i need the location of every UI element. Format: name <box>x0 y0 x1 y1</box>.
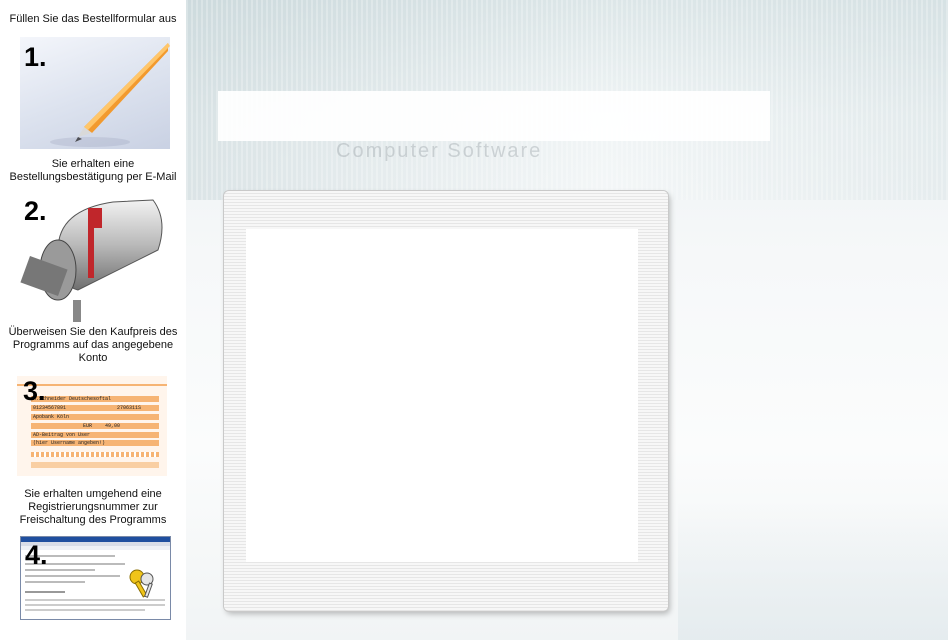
step-3-caption: Überweisen Sie den Kaufpreis des Program… <box>8 326 178 364</box>
step-number-4: 4. <box>25 540 48 570</box>
form-field-amount: 49,00 <box>105 423 121 429</box>
step-4-caption: Sie erhalten umgehend eine Registrierung… <box>19 488 167 526</box>
form-field-bank: Apobank Köln <box>33 414 70 420</box>
step-1-caption: Füllen Sie das Bestellformular aus <box>9 13 177 25</box>
registration-window-image: 4. <box>20 536 171 620</box>
transfer-form-image: n.Schneider Deutschesoftal 01234567891 2… <box>17 376 167 476</box>
header-banner <box>218 91 770 141</box>
instructions-sidebar: Füllen Sie das Bestellformular aus 1. Si… <box>0 0 186 640</box>
form-field-account: 01234567891 <box>33 405 67 411</box>
keys-icon <box>129 569 154 598</box>
form-field-username: (hier Username angeben!) <box>33 440 106 446</box>
step-number-3: 3. <box>23 376 46 406</box>
pen-image: 1. <box>20 37 170 149</box>
content-panel <box>224 191 668 611</box>
form-field-bank-code: 2706311S <box>117 405 142 411</box>
main-area: Computer Software <box>186 0 948 640</box>
step-number-1: 1. <box>24 42 47 72</box>
header-ghost-text: Computer Software <box>336 140 543 162</box>
step-number-2: 2. <box>24 196 47 226</box>
background-fade <box>678 500 948 640</box>
content-area <box>246 229 638 562</box>
step-2-caption: Sie erhalten eine Bestellungsbestätigung… <box>9 158 177 183</box>
mailbox-image: 2. <box>18 190 168 322</box>
form-field-reference: AD-Beitrag von User <box>33 432 91 438</box>
form-field-currency: EUR <box>83 423 93 429</box>
